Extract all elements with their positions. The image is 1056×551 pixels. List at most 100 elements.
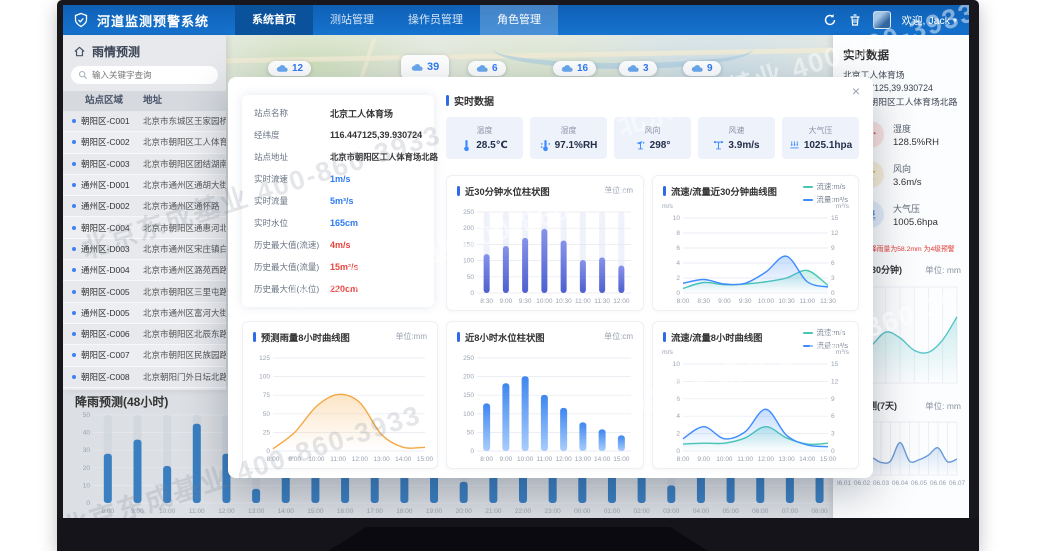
status-dot (72, 332, 76, 336)
table-row[interactable]: 朝阳区-C004北京市朝阳区通惠河北路 (63, 217, 226, 238)
status-dot (72, 226, 76, 230)
axis-unit-right: m³/s (836, 349, 849, 356)
wl8-chart: 0501001502002508:009:0010:0011:0012:0013… (451, 352, 639, 464)
user-menu[interactable]: 欢迎, Jack ▾ (902, 13, 957, 28)
trash-icon[interactable] (848, 13, 862, 27)
table-row[interactable]: 通州区-D003北京市通州区宋庄镇白庙 (63, 239, 226, 260)
svg-text:75: 75 (263, 392, 271, 399)
marker-value: 16 (577, 63, 588, 74)
flow30-chart: 0023466981210158:008:309:009:3010:0010:3… (657, 212, 854, 306)
svg-text:25: 25 (263, 429, 271, 436)
status-dot (72, 119, 76, 123)
card-wind-speed: 风速 3.9m/s (698, 117, 775, 159)
map-weather-marker-selected[interactable]: 39 (401, 55, 449, 79)
svg-text:9:30: 9:30 (739, 298, 752, 305)
status-dot (72, 353, 76, 357)
svg-text:0: 0 (470, 448, 474, 455)
status-dot (72, 290, 76, 294)
info-label: 站点地址 (242, 151, 330, 163)
svg-text:250: 250 (463, 355, 474, 362)
map-weather-marker[interactable]: 12 (268, 61, 311, 76)
nav-operator-mgmt[interactable]: 操作员管理 (391, 5, 480, 35)
table-row[interactable]: 通州区-D001北京市通州区通胡大街 (63, 175, 226, 196)
axis-unit-left: m/s (662, 203, 673, 210)
top-navbar: 河道监测预警系统 系统首页 测站管理 操作员管理 角色管理 欢迎, Jack ▾ (63, 5, 969, 35)
svg-text:6: 6 (676, 245, 680, 252)
chart-card-flow8: 流速/流量8小时曲线图 流速:m/s 流量:m³/s m/s m³/s 0023… (652, 321, 859, 469)
chart-card-flow30: 流速/流量近30分钟曲线图 流速:m/s 流量:m³/s m/s m³/s 00… (652, 175, 859, 311)
svg-text:10:00: 10:00 (536, 298, 553, 305)
info-label: 历史最大值(流速) (242, 239, 330, 251)
svg-text:9:00: 9:00 (288, 456, 301, 463)
map-weather-marker[interactable]: 16 (553, 61, 596, 76)
svg-text:8: 8 (676, 378, 680, 385)
table-row[interactable]: 通州区-D005北京市通州区富河大街 (63, 303, 226, 324)
svg-text:50: 50 (263, 411, 271, 418)
info-value: 220cm (330, 284, 358, 294)
search-input[interactable] (92, 70, 211, 80)
svg-text:17:00: 17:00 (367, 508, 384, 515)
monitor-stand (328, 527, 708, 551)
rain-cloud-icon (476, 64, 489, 73)
svg-text:9:00: 9:00 (131, 508, 144, 515)
pressure-icon (789, 139, 800, 152)
station-address: 北京市通州区通胡大街 (143, 179, 226, 191)
table-row[interactable]: 朝阳区-C003北京市朝阳区团结湖南里 (63, 154, 226, 175)
svg-text:200: 200 (463, 225, 474, 232)
station-address: 北京市朝阳区团结湖南里 (143, 158, 226, 170)
svg-text:07:00: 07:00 (782, 508, 799, 515)
table-row[interactable]: 朝阳区-C005北京市朝阳区三里屯路 (63, 281, 226, 302)
svg-text:200: 200 (463, 374, 474, 381)
humidity-icon (540, 139, 551, 152)
svg-text:9: 9 (831, 245, 835, 252)
info-value: 4m/s (330, 240, 351, 250)
table-row[interactable]: 朝阳区-C007北京市朝阳区民族园路 (63, 345, 226, 366)
avatar[interactable] (873, 11, 891, 29)
station-address: 北京市朝阳区民族园路 (143, 349, 226, 361)
map-weather-marker[interactable]: 9 (683, 61, 721, 76)
svg-text:10:00: 10:00 (517, 456, 534, 463)
nav-role-mgmt[interactable]: 角色管理 (480, 5, 558, 35)
rain48-title: 降雨预测(48小时) (75, 393, 168, 410)
info-label: 实时水位 (242, 217, 330, 229)
cloud-icon (276, 64, 289, 73)
svg-text:0: 0 (86, 500, 90, 507)
nav-home[interactable]: 系统首页 (235, 5, 313, 35)
svg-text:14:00: 14:00 (395, 456, 412, 463)
station-search[interactable] (71, 66, 218, 84)
map-weather-marker[interactable]: 3 (619, 61, 657, 76)
svg-text:9: 9 (831, 396, 835, 403)
info-label: 站点名称 (242, 107, 330, 119)
svg-text:4: 4 (676, 413, 680, 420)
nav-station-mgmt[interactable]: 测站管理 (313, 5, 391, 35)
svg-text:0: 0 (470, 290, 474, 297)
info-value: 116.447125,39.930724 (330, 130, 422, 140)
table-row[interactable]: 通州区-D002北京市通州区通怀路 (63, 196, 226, 217)
map-weather-marker[interactable]: 6 (468, 61, 506, 76)
app-title: 河道监测预警系统 (97, 11, 209, 30)
station-detail-modal: × 站点名称北京工人体育场 经纬度116.447125,39.930724 站点… (228, 77, 873, 478)
svg-text:9:00: 9:00 (718, 298, 731, 305)
svg-text:04:00: 04:00 (693, 508, 710, 515)
table-row[interactable]: 朝阳区-C006北京市朝阳区北辰东路 (63, 324, 226, 345)
metric-label: 风向 (893, 162, 922, 175)
station-address: 北京市朝阳区三里屯路 (143, 286, 226, 298)
status-dot (72, 375, 76, 379)
card-wind-direction: 风向 298° (614, 117, 691, 159)
table-row[interactable]: 朝阳区-C008北京朝阳门外日坛北路 (63, 367, 226, 388)
refresh-icon[interactable] (823, 13, 837, 27)
rain-cloud-icon (627, 64, 640, 73)
info-label: 经纬度 (242, 129, 330, 141)
modal-realtime-title: 实时数据 (446, 93, 859, 108)
svg-text:50: 50 (467, 429, 475, 436)
svg-text:6: 6 (831, 413, 835, 420)
table-row[interactable]: 通州区-D004北京市通州区潞苑西路 (63, 260, 226, 281)
station-address: 北京市通州区潞苑西路 (143, 264, 226, 276)
table-row[interactable]: 朝阳区-C002北京市朝阳区工人体育场 (63, 132, 226, 153)
table-row[interactable]: 朝阳区-C001北京市东城区王家园桥 (63, 111, 226, 132)
svg-text:11:00: 11:00 (737, 456, 753, 463)
svg-text:13:00: 13:00 (778, 456, 795, 463)
svg-text:11:00: 11:00 (575, 298, 591, 305)
svg-text:18:00: 18:00 (396, 508, 413, 515)
station-area: 通州区-D004 (81, 264, 143, 276)
